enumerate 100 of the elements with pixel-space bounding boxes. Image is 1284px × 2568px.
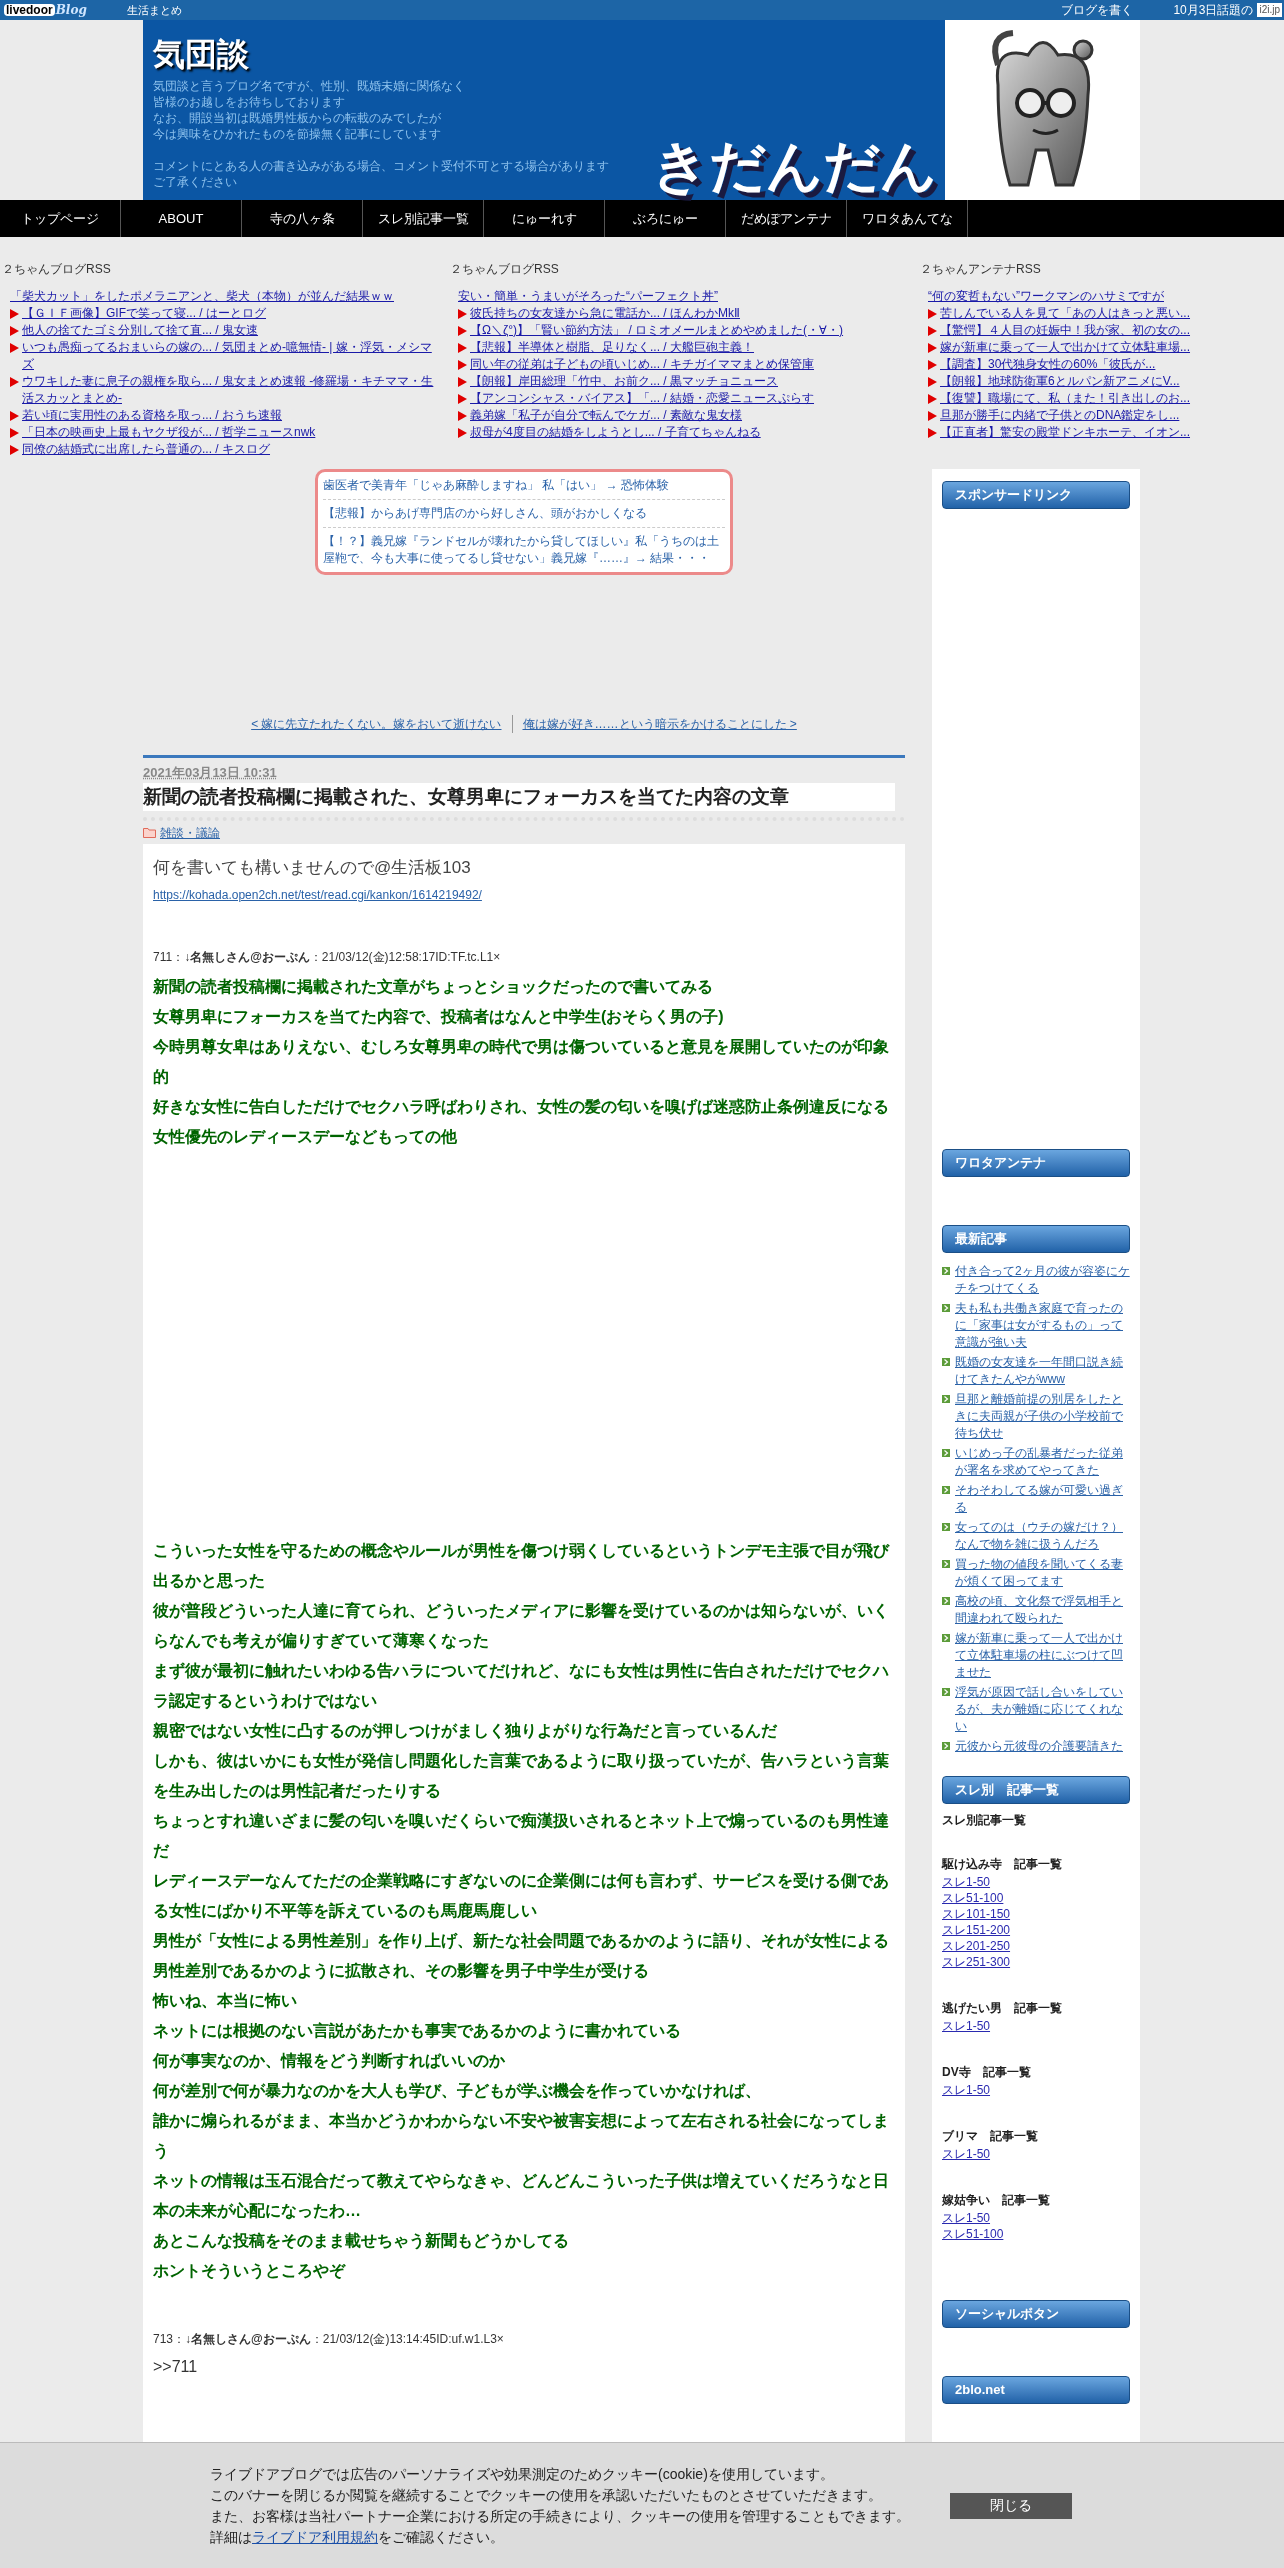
section-heading: スレ別 記事一覧 (942, 1776, 1130, 1804)
blog-title[interactable]: 気団談 (153, 34, 945, 74)
cookie-text: 詳細はライブドア利用規約をご確認ください。 (210, 2527, 505, 2547)
logo-script[interactable]: Blog (55, 4, 87, 16)
related-link[interactable]: 【！？】義兄嫁『ランドセルが壊れたから貸してほしい』私「うちのは土屋鞄で、今も大事に使ってるし貸せない」義兄嫁『……』→ 結果・・・ (323, 528, 725, 572)
terms-link[interactable]: ライブドア利用規約 (252, 2528, 378, 2545)
rss-link[interactable]: 義弟嫁「私子が自分で転んでケガ... / 素敵な鬼女様 (470, 407, 742, 424)
rss-link[interactable]: 「柴犬カット」をしたポメラニアンと、柴犬（本物）が並んだ結果ｗｗ (10, 289, 394, 303)
thread-link[interactable]: スレ251-300 (942, 1955, 1011, 1969)
rss-link[interactable]: いつも愚痴ってるおまいらの嫁の... / 気団まとめ-噫無情- | 嫁・浮気・メシマズ (22, 339, 442, 373)
rss-link[interactable]: 同僚の結婚式に出席したら普通の... / キスログ (22, 441, 270, 458)
topbar-link[interactable]: ブログを書く (1061, 1, 1134, 19)
rss-link[interactable]: 【驚愕】４人目の妊娠中！我が家、初の女の... (940, 322, 1190, 339)
thread-link[interactable]: スレ1-50 (942, 2019, 991, 2033)
prev-post-link[interactable]: < 嫁に先立たれたくない。嫁をおいて逝けない (251, 715, 513, 733)
thread-link[interactable]: スレ201-250 (942, 1939, 1011, 1953)
thread-link[interactable]: スレ51-100 (942, 2227, 1004, 2241)
rss-link[interactable]: 彼氏持ちの女友達から急に電話か... / ほんわかMkⅡ (470, 305, 740, 322)
close-button[interactable]: 閉じる (950, 2492, 1072, 2519)
post-line: ホントそういうところやぞ (153, 2260, 347, 2282)
nav-tab[interactable]: だめぽアンテナ (726, 200, 847, 237)
next-post-link[interactable]: 俺は嫁が好き……という暗示をかけることにした > (512, 715, 797, 733)
nav-tab[interactable]: にゅーれす (484, 200, 605, 237)
recent-post-link[interactable]: 嫁が新車に乗って一人で出かけて立体駐車場の柱にぶつけて凹ませた (955, 1630, 1130, 1681)
recent-post-link[interactable]: 高校の頃、文化祭で浮気相手と間違われて殴られた (955, 1593, 1130, 1627)
nav-tab[interactable]: トップページ (0, 200, 121, 237)
post-line: ネットの情報は玉石混合だって教えてやらなきゃ、どんどんこういった子供は増えていくだろうなと日本の未来が心配になったわ… (153, 2170, 890, 2222)
post-line: こういった女性を守るための概念やルールが男性を傷つけ弱くしているというトンデモ主張で目が飛び出るかと思った (153, 1540, 891, 1591)
nav-tab[interactable]: ワロタあんてな (847, 200, 968, 237)
post-line: ちょっとすれ違いざまに髪の匂いを嗅いだくらいで痴漢扱いされるとネット上で煽っているのも男性達だ (153, 1810, 890, 1861)
recent-post-link[interactable]: そわそわしてる嫁が可愛い過ぎる (955, 1482, 1130, 1516)
topbar-link[interactable]: 10月3日話題の (1173, 1, 1254, 19)
rss-link[interactable]: 【朗報】岸田総理「竹中、お前ク... / 黒マッチョニュース (470, 373, 778, 390)
section-heading: スポンサードリンク (942, 481, 1130, 509)
post-line: 怖いね、本当に怖い (153, 1990, 298, 2011)
recent-post-link[interactable]: 元彼から元彼母の介護要請きた (955, 1738, 1123, 1755)
cookie-text: ライブドアブログでは広告のパーソナライズや効果測定のためクッキー(cookie)を使用しています。 (210, 2464, 835, 2484)
group-title: 嫁姑争い 記事一覧 (942, 2192, 1051, 2208)
rss-link[interactable]: 嫁が新車に乗って一人で出かけて立体駐車場... (940, 339, 1190, 356)
rss-link[interactable]: 同い年の従弟は子どもの頃いじめ... / キチガイママまとめ保管庫 (470, 356, 814, 373)
related-link[interactable]: 歯医者で美青年「じゃあ麻酔しますね」 私「はい」 → 恐怖体験 (323, 472, 725, 500)
nav-tab[interactable]: ぶろにゅー (605, 200, 726, 237)
section-heading: 最新記事 (942, 1225, 1130, 1253)
bullet-icon (942, 1688, 950, 1696)
category-link[interactable]: 生活まとめ (126, 1, 182, 19)
group-title: 逃げたい男 記事一覧 (942, 2000, 1063, 2016)
rss-link[interactable]: 【朗報】地球防衛軍6とルパン新アニメにV... (940, 373, 1180, 390)
post-line: 親密ではない女性に凸するのが押しつけがましく独りよがりな行為だと言っているんだ (153, 1720, 778, 1742)
nav-tab[interactable]: スレ別記事一覧 (363, 200, 484, 237)
rss-link[interactable]: 【ＧＩＦ画像】GIFで笑って寝... / はーとログ (22, 305, 266, 322)
rss-heading: ２ちゃんブログRSS (450, 261, 560, 278)
post-meta: 713：↓名無しさん@おーぷん：21/03/12(金)13:14:45ID:uf.w1.L3× (153, 2330, 505, 2348)
rss-link[interactable]: 旦那が勝手に内緒で子供とのDNA鑑定をし... (940, 407, 1180, 424)
rss-link[interactable]: 「日本の映画史上最もヤクザ役が... / 哲学ニュースnwk (22, 424, 316, 441)
source-link[interactable]: https://kohada.open2ch.net/test/read.cgi/kankon/1614219492/ (153, 885, 895, 904)
recent-post-link[interactable]: 旦那と離婚前提の別居をしたときに夫両親が子供の小学校前で待ち伏せ (955, 1391, 1130, 1442)
post-line: 何が事実なのか、情報をどう判断すればいいのか (153, 2050, 506, 2072)
recent-post-link[interactable]: 浮気が原因で話し合いをしているが、夫が離婚に応じてくれない (955, 1684, 1130, 1735)
group-title: 駆け込み寺 記事一覧 (942, 1856, 1063, 1872)
rss-link[interactable]: 【復讐】職場にて、私（また！引き出しのお... (940, 390, 1190, 407)
rss-link[interactable]: 【Ω＼ζ°)】「賢い節約方法」 / ロミオメールまとめやめました(・∀・) (470, 322, 844, 339)
bullet-icon (942, 1560, 950, 1568)
thread-link[interactable]: スレ151-200 (942, 1923, 1011, 1937)
post-line: 何が差別で何が暴力なのかを大人も学び、子どもが学ぶ機会を作っていかなければ、 (153, 2080, 762, 2102)
thread-link[interactable]: スレ1-50 (942, 2083, 991, 2097)
rss-link[interactable]: 若い頃に実用性のある資格を取っ... / おうち速報 (22, 407, 282, 424)
post-line: >>711 (153, 2356, 199, 2377)
triangle-icon (10, 377, 19, 387)
recent-post-link[interactable]: 買った物の値段を聞いてくる妻が煩くて困ってます (955, 1556, 1130, 1590)
bullet-icon (942, 1449, 950, 1457)
rss-link[interactable]: “何の変哲もない”ワークマンのハサミですが (928, 289, 1164, 303)
recent-post-link[interactable]: いじめっ子の乱暴者だった従弟が署名を求めてやってきた (955, 1445, 1130, 1479)
rss-link[interactable]: 安い・簡単・うまいがそろった“パーフェクト丼” (458, 289, 718, 303)
category-link[interactable]: 雑談・議論 (160, 823, 220, 842)
rss-link[interactable]: 叔母が4度目の結婚をしようとし... / 子育てちゃんねる (470, 424, 761, 441)
related-link[interactable]: 【悲報】からあげ専門店のから好しさん、頭がおかしくなる (323, 500, 725, 528)
rss-link[interactable]: 苦しんでいる人を見て「あの人はきっと悪い... (940, 305, 1190, 322)
rss-link[interactable]: 【正直者】驚安の殿堂ドンキホーテ、イオン... (940, 424, 1190, 441)
thread-link[interactable]: スレ1-50 (942, 1875, 991, 1889)
group-title: ブリマ 記事一覧 (942, 2128, 1039, 2144)
recent-post-link[interactable]: 女ってのは（ウチの嫁だけ？）なんで物を雑に扱うんだろ (955, 1519, 1130, 1553)
logo-text[interactable]: livedoor (4, 4, 55, 16)
recent-post-link[interactable]: 夫も私も共働き家庭で育ったのに「家事は女がするもの」って意識が強い夫 (955, 1300, 1130, 1351)
rss-link[interactable]: 他人の捨てたゴミ分別して捨て直... / 鬼女速 (22, 322, 258, 339)
rss-heading: ２ちゃんブログRSS (2, 261, 112, 278)
rss-link[interactable]: 【調査】30代独身女性の60%「彼氏が... (940, 356, 1156, 373)
rss-link[interactable]: 【アンコンシャス・バイアス】「... / 結婚・恋愛ニュースぷらす (470, 390, 814, 407)
thread-link[interactable]: スレ101-150 (942, 1907, 1011, 1921)
nav-tab[interactable]: ABOUT (121, 200, 242, 237)
rss-link[interactable]: ウワキした妻に息子の親権を取ら... / 鬼女まとめ速報 -修羅場・キチママ・生活スカッとまとめ- (22, 373, 442, 407)
rss-link[interactable]: 【悲報】半導体と樹脂、足りなく... / 大艦巨砲主義！ (470, 339, 754, 356)
group-title: DV寺 記事一覧 (942, 2064, 1032, 2080)
bullet-icon (942, 1634, 950, 1642)
recent-post-link[interactable]: 既婚の女友達を一年間口説き続けてきたんやがwww (955, 1354, 1130, 1388)
badge[interactable]: i2i.jp (1257, 3, 1282, 17)
nav-tab[interactable]: 寺の八ヶ条 (242, 200, 363, 237)
thread-link[interactable]: スレ1-50 (942, 2147, 991, 2161)
thread-link[interactable]: スレ1-50 (942, 2211, 991, 2225)
thread-link[interactable]: スレ51-100 (942, 1891, 1004, 1905)
recent-post-link[interactable]: 付き合って2ヶ月の彼が容姿にケチをつけてくる (955, 1263, 1130, 1297)
